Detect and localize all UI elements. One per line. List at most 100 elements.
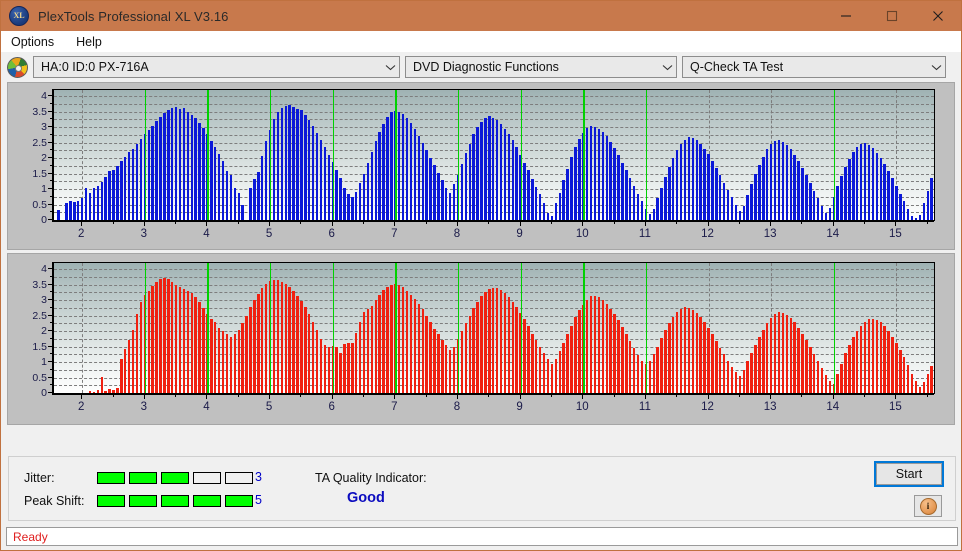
x-axis-label: 11 (638, 401, 651, 413)
chart-bar (202, 307, 205, 393)
chart-bar (358, 321, 362, 393)
chart-bar (77, 200, 80, 220)
test-select[interactable]: Q-Check TA Test (682, 56, 946, 78)
chart-bar (605, 303, 608, 393)
chart-bar (163, 113, 166, 220)
chart-bar (358, 182, 362, 220)
x-axis-label: 14 (826, 228, 840, 240)
chart-bar (558, 351, 561, 393)
chart-bar (816, 198, 820, 220)
track-marker (207, 263, 209, 393)
chart-bar (159, 279, 162, 393)
chart-bar (413, 298, 417, 393)
chart-bar (754, 345, 757, 393)
chart-bar (335, 170, 338, 220)
chart-bar (652, 354, 655, 393)
chart-bar (664, 177, 667, 220)
chart-bar (96, 185, 100, 220)
chart-bar (476, 127, 479, 220)
chart-bar (875, 320, 879, 393)
y-axis-label: 4 (41, 90, 47, 103)
track-marker (645, 90, 648, 220)
x-axis-label: 2 (77, 401, 85, 413)
chart-bar (503, 293, 507, 393)
chart-bar (405, 290, 409, 393)
chart-bar (758, 164, 761, 220)
chart-bar (245, 315, 248, 393)
chart-bar (315, 329, 319, 393)
chart-bar (362, 173, 366, 220)
chart-bar (221, 331, 225, 393)
chart-bar (433, 164, 436, 220)
chart-bar (542, 353, 546, 393)
chart-bar (362, 311, 366, 393)
chart-bar (550, 363, 554, 393)
chart-bar (233, 334, 237, 393)
chart-bar (726, 360, 730, 393)
chart-bar (562, 180, 565, 220)
close-icon[interactable] (915, 1, 961, 31)
chart-bar (589, 125, 593, 220)
y-axis-label: 0.5 (32, 371, 47, 384)
info-button[interactable]: i (914, 495, 942, 517)
chart-bar (186, 111, 190, 220)
chart-bar (707, 328, 710, 393)
selector-toolbar: HA:0 ID:0 PX-716A DVD Diagnostic Functio… (1, 52, 961, 82)
chart-bar (828, 207, 832, 220)
chart-bar (241, 323, 244, 393)
chart-bar (895, 185, 898, 220)
x-axis-label: 8 (453, 401, 461, 413)
chart-bar (531, 179, 534, 220)
maximize-icon[interactable] (869, 1, 915, 31)
chart-bar (249, 306, 252, 393)
chart-bar (300, 110, 303, 220)
chart-bar (409, 294, 413, 393)
function-category-select[interactable]: DVD Diagnostic Functions (405, 56, 677, 78)
chart-bar (198, 122, 201, 220)
chart-bar (906, 209, 910, 220)
chart-bar (425, 315, 428, 393)
x-axis-label: 6 (328, 228, 335, 240)
chart-bar (488, 289, 491, 393)
chart-bar (511, 140, 514, 220)
chart-bar (719, 348, 722, 393)
chart-bar (327, 346, 330, 393)
chart-bar (120, 160, 123, 220)
meter-segment (129, 472, 157, 484)
chart-bar (135, 314, 139, 393)
chart-bar (863, 143, 867, 220)
x-axis-label: 7 (391, 401, 398, 413)
chart-bar (214, 147, 217, 220)
chart-bar (632, 348, 636, 393)
chart-bar (805, 340, 808, 393)
chart-bar (253, 179, 256, 220)
chart-bar (852, 337, 855, 393)
chart-bar (542, 202, 546, 220)
chart-bar (480, 296, 483, 393)
chart-bar (805, 175, 808, 220)
menu-item-options[interactable]: Options (8, 34, 57, 50)
drive-select[interactable]: HA:0 ID:0 PX-716A (33, 56, 400, 78)
y-axis-label: 2 (41, 325, 47, 338)
chart-bar (441, 339, 444, 393)
chart-bar (636, 355, 640, 393)
meter-segment (97, 495, 125, 507)
menu-item-help[interactable]: Help (73, 34, 105, 50)
start-button[interactable]: Start (874, 461, 944, 487)
chart-bar (785, 145, 789, 220)
track-marker (645, 263, 648, 393)
chart-bar (636, 193, 640, 220)
chart-bar (292, 107, 295, 220)
chart-bar (813, 190, 816, 220)
chart-bar (742, 206, 745, 220)
chart-bar (492, 117, 495, 220)
chart-bar (84, 188, 88, 220)
status-text: Ready (13, 529, 48, 544)
x-axis-label: 15 (889, 228, 902, 240)
y-axis-label: 2 (41, 152, 47, 165)
chart-bar (593, 126, 597, 220)
disc-icon (7, 56, 28, 78)
minimize-icon[interactable] (823, 1, 869, 31)
y-axis-label: 1.5 (32, 167, 47, 180)
chart-bar (538, 193, 542, 220)
